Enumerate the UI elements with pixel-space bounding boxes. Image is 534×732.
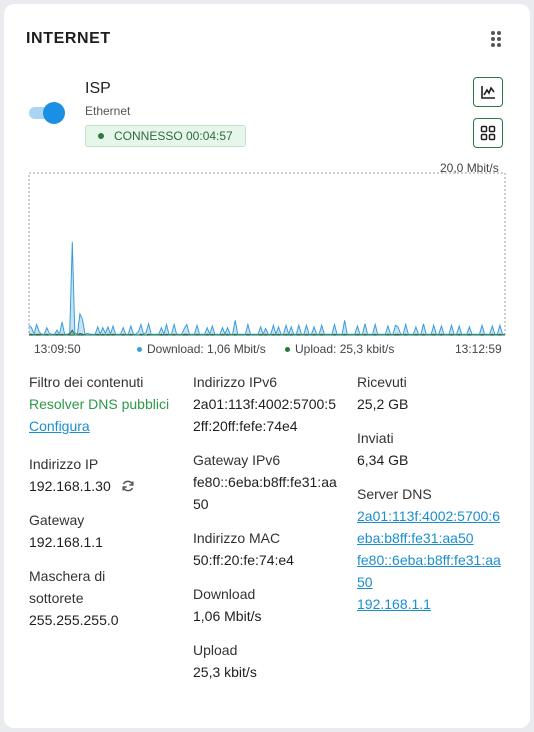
ip-label: Indirizzo IP [29,456,99,472]
refresh-icon[interactable] [120,478,136,494]
dns-entry-3[interactable]: fe80::6eba:b8ff:fe31:aa [357,549,517,571]
legend-download-label: Download: 1,06 Mbit/s [147,342,266,356]
mac-value: 50:ff:20:fe:74:e4 [193,552,294,568]
legend-upload-label: Upload: 25,3 kbit/s [295,342,395,356]
dns-entry-1[interactable]: 2a01:113f:4002:5700:6 [357,505,517,527]
legend-download: Download: 1,06 Mbit/s [137,342,266,356]
traffic-chart [28,172,506,336]
ipv6-value-line2: 2ff:20ff:fefe:74e4 [193,418,298,434]
configure-link[interactable]: Configura [29,415,189,437]
dns-label: Server DNS [357,486,432,502]
sent-value: 6,34 GB [357,452,409,468]
details-col-1: Filtro dei contenuti Resolver DNS pubbli… [29,371,189,631]
gateway-ipv6-value-line1: fe80::6eba:b8ff:fe31:aa [193,474,337,490]
received-label: Ricevuti [357,374,407,390]
legend-upload-dot [285,346,290,352]
ip-row: 192.168.1.30 [29,475,189,497]
legend-download-dot [137,346,142,352]
download-label: Download [193,586,256,602]
mac-label: Indirizzo MAC [193,530,281,546]
sent-label: Inviati [357,430,394,446]
series-area-download [29,241,505,335]
gateway-label: Gateway [29,512,85,528]
ip-value: 192.168.1.30 [29,478,111,494]
series-line-download [28,241,505,336]
details-col-3: Ricevuti 25,2 GB Inviati 6,34 GB Server … [357,371,517,615]
upload-value: 25,3 kbit/s [193,664,257,680]
received-value: 25,2 GB [357,396,409,412]
subnet-mask-label-line1: Maschera di [29,568,106,584]
x-end-label: 13:12:59 [455,342,502,356]
ipv6-label: Indirizzo IPv6 [193,374,278,390]
legend-upload: Upload: 25,3 kbit/s [285,342,394,356]
chart-plot-area [28,172,506,336]
dns-entry-5[interactable]: 192.168.1.1 [357,593,517,615]
content-filter-value: Resolver DNS pubblici [29,396,170,412]
content-filter-label: Filtro dei contenuti [29,374,144,390]
gateway-ipv6-label: Gateway IPv6 [193,452,281,468]
dns-entry-4[interactable]: 50 [357,571,517,593]
subnet-mask-label-line2: sottorete [29,590,84,606]
upload-label: Upload [193,642,238,658]
details-col-2: Indirizzo IPv6 2a01:113f:4002:5700:5 2ff… [193,371,353,683]
ipv6-value-line1: 2a01:113f:4002:5700:5 [193,396,336,412]
x-start-label: 13:09:50 [34,342,81,356]
subnet-mask-value: 255.255.255.0 [29,612,119,628]
download-value: 1,06 Mbit/s [193,608,262,624]
gateway-ipv6-value-line2: 50 [193,496,209,512]
dns-entry-2[interactable]: eba:b8ff:fe31:aa50 [357,527,517,549]
gateway-value: 192.168.1.1 [29,534,103,550]
